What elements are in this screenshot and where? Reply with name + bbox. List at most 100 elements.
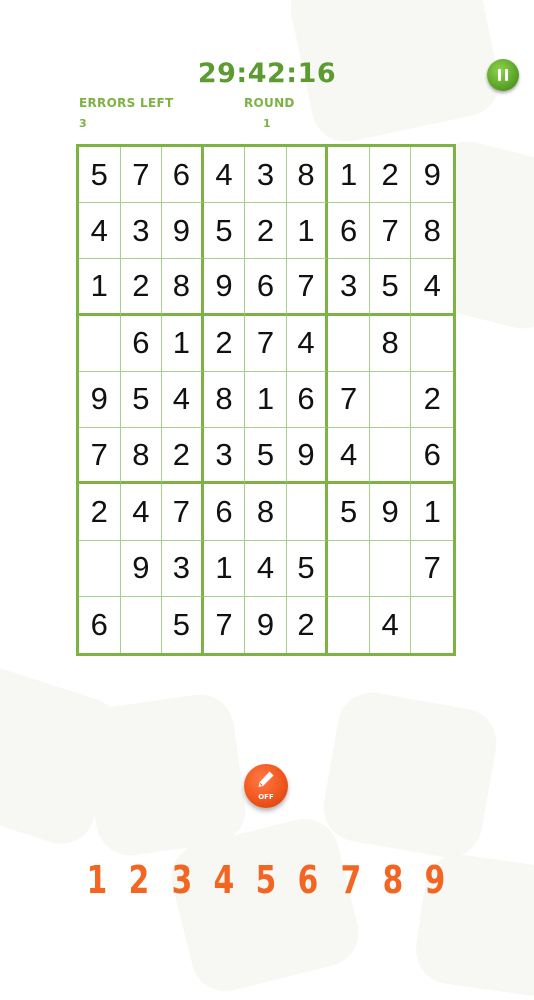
board-cell[interactable]: 9 — [245, 596, 287, 653]
background-tile — [318, 687, 502, 863]
board-cell[interactable]: 8 — [203, 371, 246, 429]
board-cell[interactable]: 4 — [79, 203, 121, 260]
board-cell-empty[interactable] — [411, 597, 453, 653]
board-cell[interactable]: 9 — [369, 484, 412, 541]
board-cell[interactable]: 7 — [120, 147, 163, 204]
board-cell[interactable]: 7 — [286, 259, 329, 316]
pencil-status-label: OFF — [258, 793, 274, 801]
number-key-4[interactable]: 4 — [209, 858, 239, 908]
board-cell[interactable]: 6 — [411, 428, 453, 485]
board-cell[interactable]: 8 — [369, 315, 412, 372]
board-cell[interactable]: 2 — [162, 428, 204, 485]
round-label: ROUND — [244, 96, 295, 110]
board-cell[interactable]: 9 — [162, 203, 204, 260]
board-cell-empty[interactable] — [79, 315, 121, 372]
board-cell[interactable]: 5 — [203, 203, 246, 260]
board-cell[interactable]: 6 — [245, 259, 287, 316]
board-cell[interactable]: 7 — [245, 315, 287, 372]
errors-left-label: ERRORS LEFT — [79, 96, 174, 110]
board-cell[interactable]: 2 — [369, 147, 412, 204]
board-cell[interactable]: 8 — [120, 428, 163, 485]
board-cell[interactable]: 6 — [120, 315, 163, 372]
board-cell[interactable]: 7 — [204, 596, 246, 653]
board-cell[interactable]: 3 — [328, 259, 370, 316]
board-cell[interactable]: 3 — [245, 147, 287, 204]
board-cell-empty[interactable] — [121, 596, 163, 653]
board-cell[interactable]: 4 — [203, 147, 246, 204]
board-cell-empty[interactable] — [328, 315, 370, 372]
board-cell[interactable]: 9 — [79, 371, 121, 429]
board-cell[interactable]: 2 — [79, 484, 121, 541]
board-cell[interactable]: 7 — [411, 541, 453, 597]
board-cell[interactable]: 6 — [286, 371, 329, 429]
background-tile — [80, 690, 250, 860]
board-cell[interactable]: 4 — [245, 540, 287, 597]
board-cell[interactable]: 8 — [286, 147, 329, 204]
board-cell[interactable]: 1 — [411, 484, 453, 541]
board-cell-empty[interactable] — [328, 596, 370, 653]
number-key-3[interactable]: 3 — [167, 858, 197, 908]
board-cell[interactable]: 2 — [411, 372, 453, 429]
board-cell[interactable]: 5 — [79, 147, 121, 204]
number-pad: 123456789 — [78, 858, 454, 908]
board-cell[interactable]: 8 — [162, 259, 204, 316]
board-cell[interactable]: 7 — [162, 484, 204, 541]
board-cell-empty[interactable] — [328, 540, 370, 597]
board-cell-empty[interactable] — [411, 316, 453, 372]
board-cell[interactable]: 4 — [411, 259, 453, 316]
board-cell[interactable]: 4 — [370, 596, 412, 653]
board-cell-empty[interactable] — [79, 540, 121, 597]
number-key-1[interactable]: 1 — [82, 858, 112, 908]
board-cell[interactable]: 5 — [162, 596, 204, 653]
board-cell-empty[interactable] — [369, 371, 412, 429]
board-cell[interactable]: 9 — [120, 540, 163, 597]
board-cell[interactable]: 2 — [245, 203, 287, 260]
board-cell[interactable]: 7 — [328, 371, 370, 429]
board-cell[interactable]: 3 — [203, 428, 246, 485]
board-cell[interactable]: 7 — [369, 203, 412, 260]
board-cell[interactable]: 3 — [120, 203, 163, 260]
board-cell[interactable]: 2 — [120, 259, 163, 316]
board-cell[interactable]: 5 — [286, 540, 329, 597]
board-cell[interactable]: 1 — [328, 147, 370, 204]
board-cell[interactable]: 9 — [286, 428, 329, 485]
board-cell[interactable]: 6 — [328, 203, 370, 260]
board-cell[interactable]: 4 — [286, 315, 329, 372]
number-key-7[interactable]: 7 — [336, 858, 366, 908]
board-cell[interactable]: 2 — [287, 596, 329, 653]
board-cell[interactable]: 8 — [411, 203, 453, 260]
board-cell[interactable]: 6 — [162, 147, 204, 204]
board-cell[interactable]: 9 — [203, 259, 246, 316]
board-cell[interactable]: 7 — [79, 428, 121, 485]
board-cell[interactable]: 1 — [286, 203, 329, 260]
number-key-2[interactable]: 2 — [124, 858, 154, 908]
pencil-toggle-button[interactable]: OFF — [244, 764, 288, 808]
board-cell[interactable]: 5 — [369, 259, 412, 316]
board-cell[interactable]: 1 — [79, 259, 121, 316]
board-cell-empty[interactable] — [369, 540, 412, 597]
board-cell-empty[interactable] — [369, 428, 412, 485]
board-cell[interactable]: 2 — [203, 315, 246, 372]
board-cell[interactable]: 3 — [162, 540, 204, 597]
board-cell-empty[interactable] — [286, 484, 329, 541]
number-key-5[interactable]: 5 — [251, 858, 281, 908]
number-key-6[interactable]: 6 — [293, 858, 323, 908]
sudoku-board: 5764381294395216781289673546127489548167… — [76, 144, 456, 656]
board-cell[interactable]: 6 — [203, 484, 246, 541]
board-cell[interactable]: 5 — [328, 484, 370, 541]
board-cell[interactable]: 6 — [79, 596, 121, 653]
board-cell[interactable]: 1 — [245, 371, 287, 429]
board-cell[interactable]: 5 — [120, 371, 163, 429]
board-cell[interactable]: 1 — [162, 315, 204, 372]
number-key-9[interactable]: 9 — [420, 858, 450, 908]
board-cell[interactable]: 5 — [245, 428, 287, 485]
pause-button[interactable] — [487, 59, 519, 91]
board-cell[interactable]: 1 — [203, 540, 246, 597]
board-cell[interactable]: 4 — [328, 428, 370, 485]
board-cell[interactable]: 4 — [120, 484, 163, 541]
board-cell[interactable]: 8 — [245, 484, 287, 541]
number-key-8[interactable]: 8 — [378, 858, 408, 908]
board-cell[interactable]: 9 — [411, 147, 453, 204]
board-cell[interactable]: 4 — [162, 371, 204, 429]
errors-left-value: 3 — [79, 117, 87, 130]
